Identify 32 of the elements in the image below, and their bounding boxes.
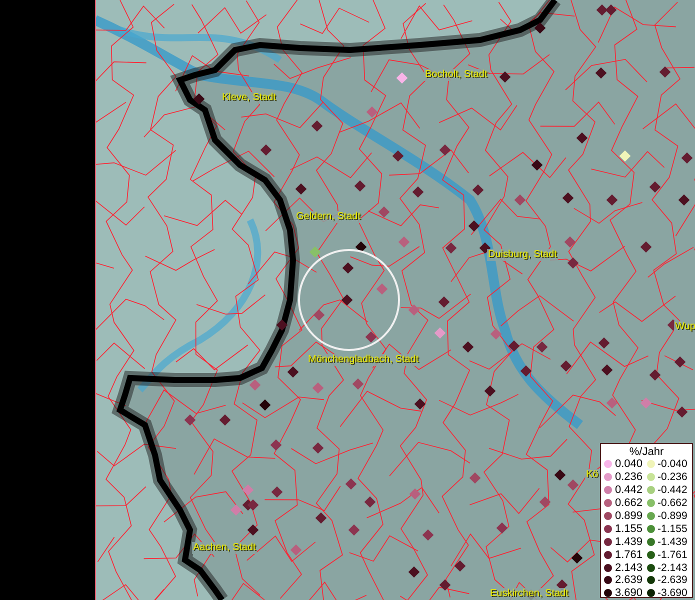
city-label: Bocholt, Stadt [424, 69, 488, 81]
legend-value: 1.761 [615, 548, 643, 561]
legend-value: -1.761 [658, 548, 688, 561]
legend-value: -1.155 [658, 522, 688, 535]
legend-value: -0.442 [658, 484, 688, 496]
legend-value: -2.143 [658, 562, 688, 574]
city-label: Wup [674, 321, 695, 333]
legend-value: 0.899 [615, 510, 643, 522]
legend-value: 2.639 [615, 574, 643, 586]
city-label: Kleve, Stadt [221, 92, 277, 104]
city-label: Euskirchen, Stadt [489, 588, 570, 600]
legend-value: -0.236 [658, 471, 688, 484]
legend-value: 1.155 [615, 522, 643, 535]
city-label: Geldern, Stadt [295, 211, 362, 223]
legend-value: -1.439 [658, 536, 688, 548]
legend-value: 2.143 [615, 562, 643, 574]
legend-value: -0.662 [658, 497, 688, 510]
legend-value: 0.040 [615, 458, 643, 470]
legend-value: 0.662 [615, 497, 643, 510]
city-label: Aachen, Stadt [192, 542, 257, 554]
city-label: Mönchengladbach, Stadt [307, 354, 420, 366]
city-label: Kö [585, 469, 600, 481]
legend-value: 0.236 [615, 471, 643, 484]
legend-value: 1.439 [615, 536, 643, 548]
legend-value: -0.040 [658, 458, 688, 470]
city-label: Duisburg, Stadt [487, 249, 558, 261]
legend-value: -3.690 [658, 587, 688, 600]
legend-value: -0.899 [658, 510, 688, 522]
legend-value: -2.639 [658, 574, 688, 586]
legend-value: 3.690 [615, 587, 643, 600]
legend-value: 0.442 [615, 484, 643, 496]
legend-title: %/Jahr [628, 446, 665, 458]
